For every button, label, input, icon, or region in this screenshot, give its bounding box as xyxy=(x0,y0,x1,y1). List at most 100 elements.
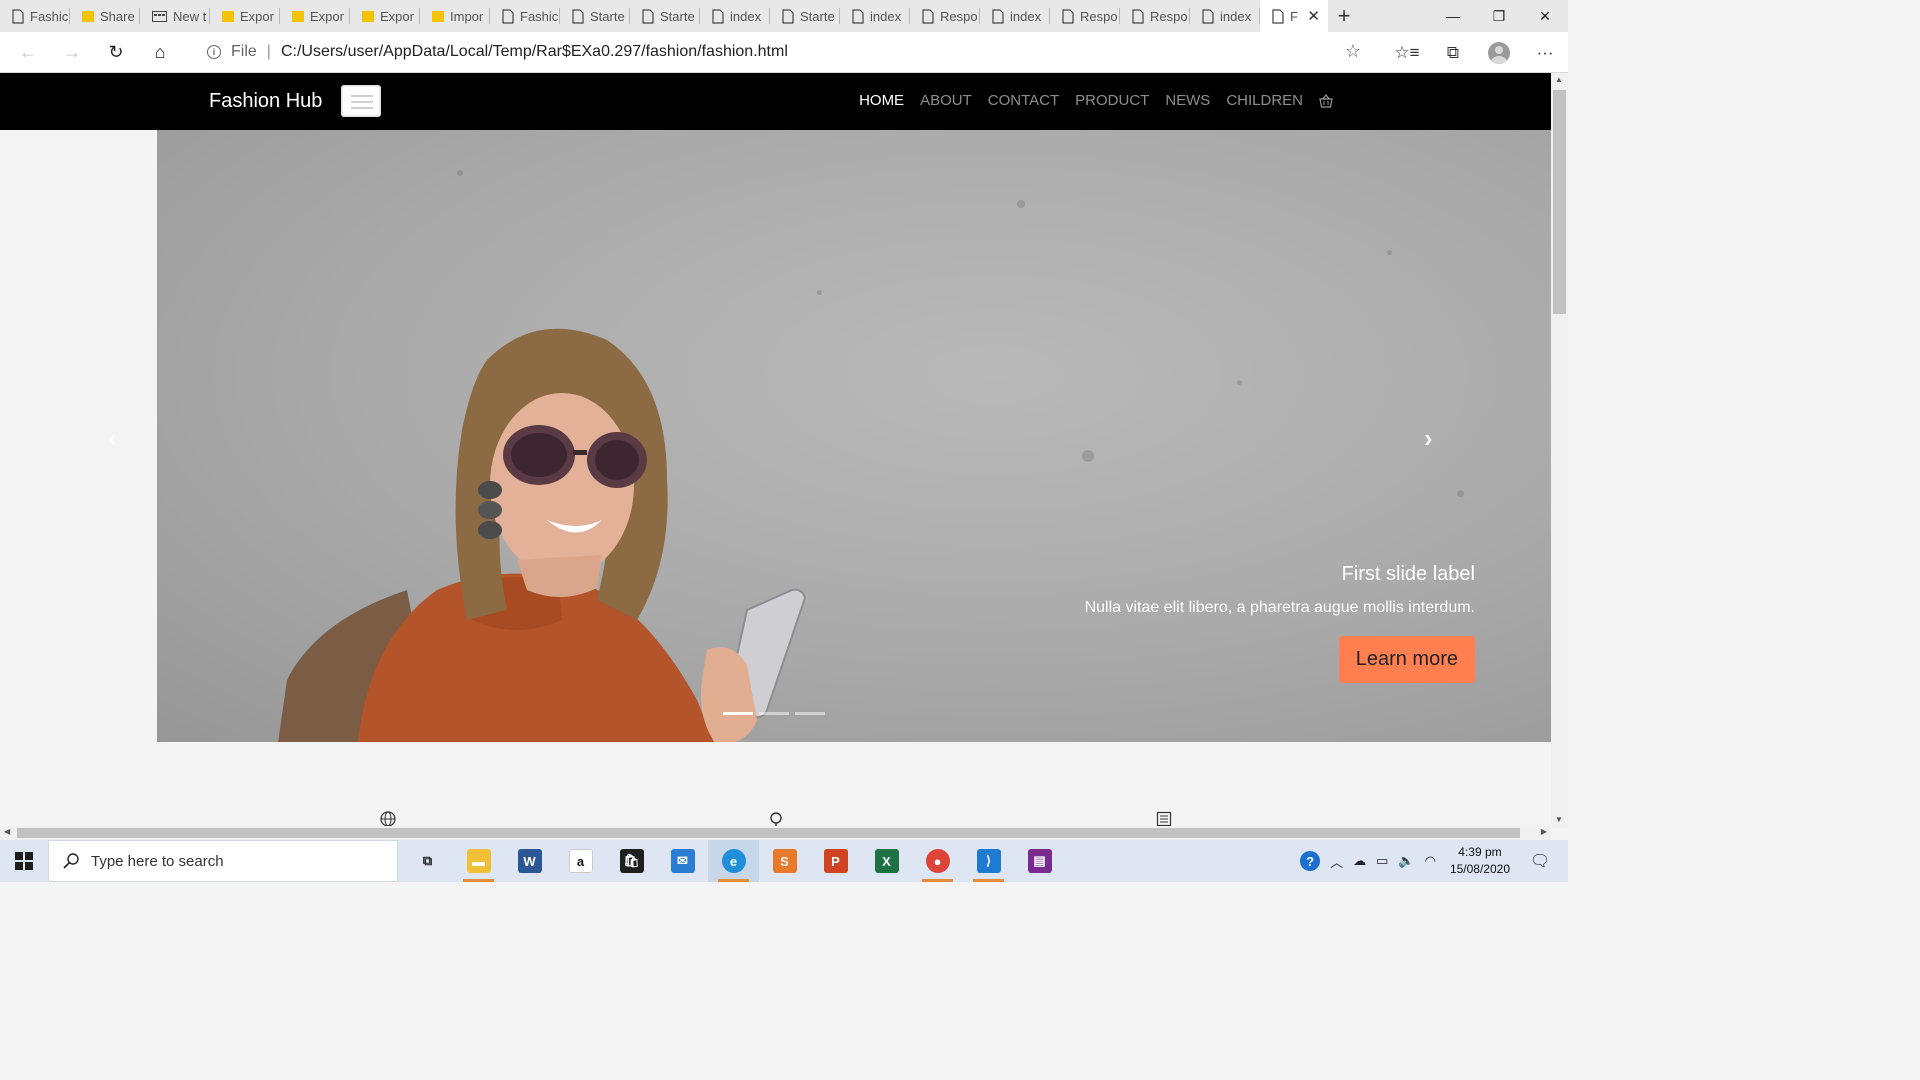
page-icon xyxy=(852,8,864,24)
site-brand[interactable]: Fashion Hub xyxy=(209,90,322,113)
taskbar-app-amazon[interactable]: a xyxy=(555,840,606,882)
nav-link-news[interactable]: NEWS xyxy=(1165,92,1210,109)
vertical-scroll-thumb[interactable] xyxy=(1553,90,1566,314)
horizontal-scroll-thumb[interactable] xyxy=(17,828,1520,838)
tab-label: index xyxy=(730,8,762,24)
scroll-right-icon[interactable]: ▶ xyxy=(1541,827,1547,836)
window-controls: — ❐ ✕ xyxy=(1430,0,1568,32)
onedrive-icon[interactable]: ☁ xyxy=(1353,853,1366,869)
browser-tab[interactable]: Starte xyxy=(560,0,630,32)
close-window-button[interactable]: ✕ xyxy=(1522,0,1568,32)
nav-link-about[interactable]: ABOUT xyxy=(920,92,972,109)
vertical-scrollbar[interactable]: ▲ ▼ xyxy=(1551,73,1568,828)
scroll-left-icon[interactable]: ◀ xyxy=(4,827,10,836)
browser-tab[interactable]: Starte xyxy=(630,0,700,32)
site-nav-links: HOME ABOUT CONTACT PRODUCT NEWS CHILDREN xyxy=(859,92,1333,109)
browser-tab[interactable]: index xyxy=(1190,0,1260,32)
page-icon xyxy=(782,8,794,24)
back-button[interactable]: ← xyxy=(6,34,50,70)
taskbar-app-word[interactable]: W xyxy=(504,840,555,882)
hero-carousel: First slide label Nulla vitae elit liber… xyxy=(157,130,1551,742)
browser-tab[interactable]: index xyxy=(840,0,910,32)
tab-active[interactable]: F ✕ xyxy=(1260,0,1328,32)
help-icon[interactable]: ? xyxy=(1300,851,1321,871)
url-text[interactable]: C:/Users/user/AppData/Local/Temp/Rar$EXa… xyxy=(281,43,788,61)
browser-tab[interactable]: Expor xyxy=(350,0,420,32)
folder-icon xyxy=(292,10,304,22)
slide-text: Nulla vitae elit libero, a pharetra augu… xyxy=(1084,599,1475,616)
taskbar-app-mail[interactable]: ✉ xyxy=(657,840,708,882)
nav-link-contact[interactable]: CONTACT xyxy=(988,92,1059,109)
browser-tab[interactable]: index xyxy=(700,0,770,32)
browser-tab[interactable]: Respo xyxy=(910,0,980,32)
taskbar-app-store[interactable]: 🛍 xyxy=(606,840,657,882)
taskbar-app-winrar[interactable]: ▤ xyxy=(1014,840,1065,882)
toolbar-right: ☆≡ ⧉ ··· xyxy=(1384,32,1568,73)
notification-center-icon[interactable]: 🗨 xyxy=(1520,851,1560,871)
forward-button[interactable]: → xyxy=(50,34,94,70)
scheme-label: File xyxy=(231,43,257,60)
browser-tab[interactable]: Expor xyxy=(280,0,350,32)
browser-tab[interactable]: Fashic xyxy=(0,0,70,32)
taskbar-app-task-view[interactable]: ⧉ xyxy=(402,840,453,882)
browser-tab[interactable]: Share xyxy=(70,0,140,32)
carousel-next-control[interactable]: › xyxy=(1424,423,1433,454)
nav-link-children[interactable]: CHILDREN xyxy=(1226,92,1303,109)
tab-label: Starte xyxy=(660,8,695,24)
clock-date: 15/08/2020 xyxy=(1449,862,1510,876)
browser-tab[interactable]: New t xyxy=(140,0,210,32)
page-icon xyxy=(1132,8,1144,24)
taskbar-app-powerpoint[interactable]: P xyxy=(810,840,861,882)
taskbar-app-excel[interactable]: X xyxy=(861,840,912,882)
browser-tab[interactable]: Expor xyxy=(210,0,280,32)
nav-link-product[interactable]: PRODUCT xyxy=(1075,92,1149,109)
search-icon xyxy=(63,853,79,869)
basket-icon[interactable] xyxy=(1319,93,1333,108)
browser-tab[interactable]: Starte xyxy=(770,0,840,32)
horizontal-scrollbar[interactable]: ◀ ▶ xyxy=(0,826,1551,840)
profile-button[interactable] xyxy=(1476,35,1522,71)
taskbar-app-chrome[interactable]: ● xyxy=(912,840,963,882)
home-button[interactable]: ⌂ xyxy=(138,34,182,70)
scroll-up-icon[interactable]: ▲ xyxy=(1555,75,1563,84)
vscode-icon: ⟩ xyxy=(976,849,1001,873)
chevron-up-icon[interactable]: ︿ xyxy=(1330,852,1343,871)
collections-button[interactable]: ⧉ xyxy=(1430,35,1476,71)
taskbar-clock[interactable]: 4:39 pm 15/08/2020 xyxy=(1450,844,1510,878)
carousel-prev-control[interactable]: ‹ xyxy=(108,423,117,454)
info-icon[interactable]: i xyxy=(207,45,221,59)
start-button[interactable] xyxy=(0,840,48,882)
taskbar-app-file-explorer[interactable]: ▬ xyxy=(453,840,504,882)
volume-icon[interactable]: 🔈 xyxy=(1398,853,1414,869)
browser-tab[interactable]: Impor xyxy=(420,0,490,32)
browser-tab[interactable]: Respo xyxy=(1120,0,1190,32)
taskbar-app-vscode[interactable]: ⟩ xyxy=(963,840,1014,882)
address-bar[interactable]: i File | C:/Users/user/AppData/Local/Tem… xyxy=(193,36,1371,68)
scroll-down-icon[interactable]: ▼ xyxy=(1555,815,1563,824)
browser-tab[interactable]: Fashic xyxy=(490,0,560,32)
more-menu-button[interactable]: ··· xyxy=(1522,35,1568,71)
taskbar-app-sublime[interactable]: S xyxy=(759,840,810,882)
browser-tab[interactable]: index xyxy=(980,0,1050,32)
reload-button[interactable]: ↻ xyxy=(94,34,138,70)
windows-logo-icon xyxy=(15,852,33,870)
favorite-star-icon[interactable]: ☆ xyxy=(1345,41,1361,62)
browser-tab[interactable]: Respo xyxy=(1050,0,1120,32)
favorites-button[interactable]: ☆≡ xyxy=(1384,35,1430,71)
minimize-button[interactable]: — xyxy=(1430,0,1476,32)
carousel-indicator[interactable] xyxy=(759,712,789,715)
close-icon[interactable]: ✕ xyxy=(1307,7,1320,25)
taskbar-app-edge[interactable]: e xyxy=(708,840,759,882)
carousel-indicator[interactable] xyxy=(723,712,753,715)
navbar-toggler-button[interactable] xyxy=(341,85,381,117)
nav-link-home[interactable]: HOME xyxy=(859,92,904,109)
tab-label: Expor xyxy=(380,8,414,24)
new-tab-button[interactable]: + xyxy=(1328,0,1360,32)
wifi-icon[interactable]: ◠ xyxy=(1425,853,1436,869)
taskbar-search-box[interactable]: Type here to search xyxy=(48,840,398,882)
restore-button[interactable]: ❐ xyxy=(1476,0,1522,32)
learn-more-button[interactable]: Learn more xyxy=(1338,636,1475,683)
battery-icon[interactable]: ▭ xyxy=(1376,853,1388,869)
sublime-icon: S xyxy=(772,849,797,873)
carousel-indicator[interactable] xyxy=(795,712,825,715)
